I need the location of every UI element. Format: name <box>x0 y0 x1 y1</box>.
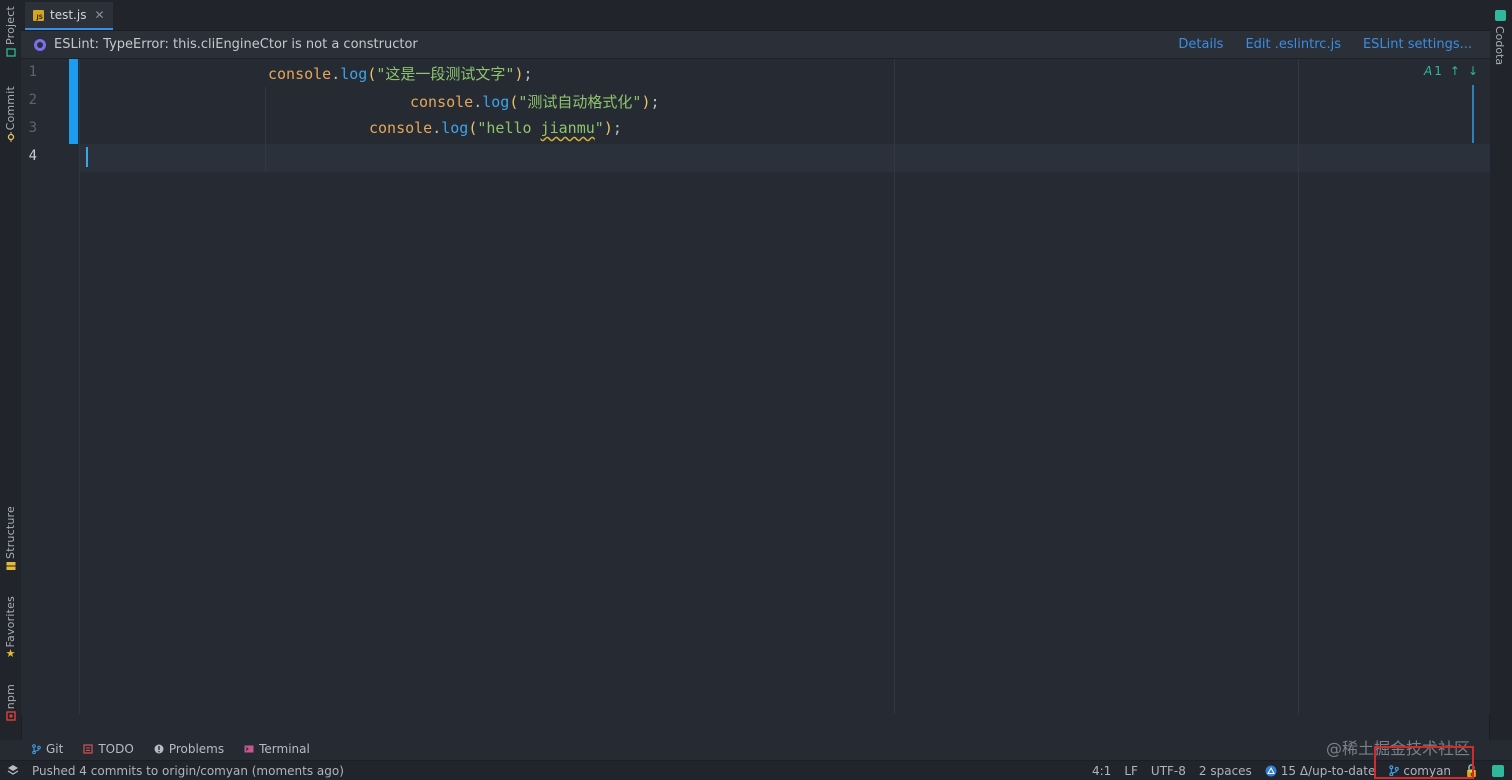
token-semicolon: ; <box>523 65 533 83</box>
line-number-current: 4 <box>28 148 37 164</box>
tool-tab-project-label: Project <box>4 6 17 46</box>
problems-icon <box>154 744 164 754</box>
token-object: console <box>268 65 332 83</box>
right-margin-guide <box>894 59 895 714</box>
scrollbar-change-marker <box>1472 85 1474 143</box>
star-icon: ★ <box>5 646 16 660</box>
editor-tab-bar: JS test.js ✕ <box>21 0 1490 31</box>
token-string: " <box>594 119 604 137</box>
token-function: log <box>482 93 510 111</box>
vcs-status[interactable]: 15 Δ/up-to-date <box>1265 763 1376 778</box>
file-encoding[interactable]: UTF-8 <box>1151 764 1186 778</box>
todo-tab-label: TODO <box>98 742 134 756</box>
tool-tab-favorites-label: Favorites <box>4 596 17 648</box>
token-function: log <box>340 65 368 83</box>
token-dot: . <box>432 119 442 137</box>
terminal-icon <box>244 745 254 753</box>
tool-tab-structure[interactable]: Structure <box>0 506 21 573</box>
left-tool-strip: Project Commit Structure Favorites ★ npm <box>0 0 22 740</box>
bottom-tool-tabs: Git TODO Problems Terminal <box>21 739 1490 759</box>
tool-tab-project[interactable]: Project <box>0 6 21 59</box>
edit-eslintrc-link[interactable]: Edit .eslintrc.js <box>1245 37 1341 52</box>
tool-tab-todo[interactable]: TODO <box>83 742 134 756</box>
current-line-highlight <box>79 144 1490 172</box>
inspection-widget[interactable]: A1 ↑ ↓ <box>1424 64 1478 78</box>
eslint-icon <box>34 38 46 51</box>
js-file-icon: JS <box>33 9 44 21</box>
tab-test-js[interactable]: JS test.js ✕ <box>25 2 113 30</box>
token-string: "hello <box>477 119 541 137</box>
token-function: log <box>441 119 469 137</box>
code-line-1: console.log("这是一段测试文字"); <box>268 63 533 84</box>
typo-count: 1 <box>1434 64 1442 78</box>
tool-tab-commit[interactable]: Commit <box>0 86 21 144</box>
commit-icon <box>7 132 14 143</box>
tool-tab-codota[interactable]: Codota <box>1493 26 1506 68</box>
line-number: 2 <box>28 92 37 108</box>
highlight-annotation-box <box>1374 746 1474 779</box>
token-object: console <box>410 93 474 111</box>
token-string: "测试自动格式化" <box>518 93 642 111</box>
tab-label: test.js <box>50 8 87 22</box>
code-line-3: console.log("hello jianmu"); <box>369 119 622 137</box>
details-link[interactable]: Details <box>1178 37 1223 52</box>
eslint-settings-link[interactable]: ESLint settings... <box>1363 37 1472 52</box>
text-caret <box>86 147 88 167</box>
tool-tab-favorites[interactable]: Favorites ★ <box>0 596 21 660</box>
token-object: console <box>369 119 433 137</box>
token-semicolon: ; <box>612 119 622 137</box>
hard-wrap-guide <box>1298 59 1299 714</box>
project-icon <box>5 48 16 57</box>
code-line-2: console.log("测试自动格式化"); <box>410 91 660 112</box>
eslint-notification-banner: ESLint: TypeError: this.cliEngineCtor is… <box>21 31 1490 59</box>
layers-icon[interactable] <box>7 764 19 776</box>
vcs-change-marker <box>69 59 78 144</box>
status-bar: Pushed 4 commits to origin/comyan (momen… <box>0 760 1512 780</box>
close-icon[interactable]: ✕ <box>94 8 104 22</box>
vcs-status-label: 15 Δ/up-to-date <box>1280 763 1376 778</box>
structure-icon <box>6 561 15 570</box>
status-message[interactable]: Pushed 4 commits to origin/comyan (momen… <box>32 764 344 778</box>
line-number: 1 <box>28 64 37 80</box>
tool-tab-codota-label: Codota <box>1493 26 1506 66</box>
tool-tab-structure-label: Structure <box>4 506 17 559</box>
caret-position[interactable]: 4:1 <box>1092 764 1111 778</box>
line-number-gutter: 1 2 3 4 <box>21 59 80 714</box>
tool-tab-git[interactable]: Git <box>31 742 63 756</box>
right-tool-strip: Codota <box>1489 0 1512 740</box>
token-string: "这是一段测试文字" <box>376 65 515 83</box>
next-highlight-arrow-icon[interactable]: ↓ <box>1468 64 1478 78</box>
spellcheck-icon: A <box>1424 64 1433 78</box>
tool-tab-npm-label: npm <box>4 684 17 710</box>
codota-status-icon[interactable] <box>1492 764 1504 777</box>
indent-guide <box>265 87 266 171</box>
delta-icon <box>1265 765 1277 776</box>
git-branch-icon <box>32 744 41 754</box>
token-dot: . <box>331 65 341 83</box>
codota-icon <box>1495 10 1506 21</box>
terminal-tab-label: Terminal <box>259 742 310 756</box>
previous-highlight-arrow-icon[interactable]: ↑ <box>1450 64 1460 78</box>
token-string-typo: jianmu <box>540 119 595 137</box>
token-dot: . <box>473 93 483 111</box>
eslint-error-message: ESLint: TypeError: this.cliEngineCtor is… <box>54 37 418 52</box>
token-paren: ) <box>603 119 613 137</box>
tool-tab-problems[interactable]: Problems <box>154 742 224 756</box>
banner-links: Details Edit .eslintrc.js ESLint setting… <box>1178 37 1472 52</box>
todo-icon <box>83 744 93 754</box>
tool-tab-npm[interactable]: npm <box>0 684 21 723</box>
tool-tab-terminal[interactable]: Terminal <box>244 742 310 756</box>
npm-icon <box>5 711 16 721</box>
indent-setting[interactable]: 2 spaces <box>1199 764 1252 778</box>
git-tab-label: Git <box>46 742 64 756</box>
tool-tab-commit-label: Commit <box>4 86 17 131</box>
line-separator[interactable]: LF <box>1124 764 1138 778</box>
token-semicolon: ; <box>650 93 660 111</box>
typo-inspection-indicator[interactable]: A1 <box>1424 64 1442 78</box>
line-number: 3 <box>28 120 37 136</box>
problems-tab-label: Problems <box>168 742 225 756</box>
code-editor[interactable]: 1 2 3 4 console.log("这是一段测试文字"); console… <box>21 59 1490 714</box>
